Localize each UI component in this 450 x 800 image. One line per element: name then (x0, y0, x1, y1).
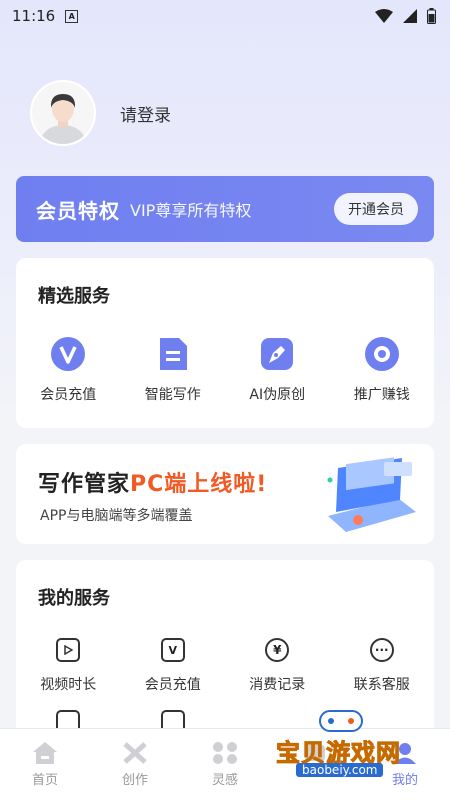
tab-label: 首页 (31, 773, 58, 788)
laptop-illustration-icon (327, 457, 416, 532)
vip-subtitle: VIP尊享所有特权 (130, 201, 252, 220)
watermark: 宝贝游戏网 baobeiy.com (276, 705, 426, 777)
status-bar: 11:16 A (0, 0, 450, 32)
service-label: 推广赚钱 (353, 387, 410, 403)
pen-icon (261, 338, 294, 370)
tab-label: 创作 (121, 773, 148, 788)
yen-icon: ¥ (265, 638, 290, 662)
tab-inspiration[interactable]: 灵感 (180, 729, 270, 800)
battery-icon (427, 8, 436, 24)
service-item-vip-recharge[interactable]: 会员充值 (16, 336, 121, 404)
tab-home[interactable]: 首页 (0, 729, 90, 800)
my-service-video-duration[interactable]: 视频时长 (16, 638, 121, 694)
vip-banner[interactable]: 会员特权 VIP尊享所有特权 开通会员 (16, 176, 434, 242)
vip-v-icon (51, 337, 86, 371)
my-service-label: 视频时长 (40, 677, 97, 693)
my-service-label: 消费记录 (249, 677, 306, 693)
video-icon (56, 638, 81, 662)
signal-icon (403, 9, 417, 23)
my-services-title: 我的服务 (38, 588, 110, 609)
featured-services-title: 精选服务 (38, 286, 110, 307)
service-item-smart-writing[interactable]: 智能写作 (121, 336, 226, 404)
gamepad-icon (319, 710, 363, 732)
open-vip-button[interactable]: 开通会员 (334, 193, 418, 225)
service-label: 智能写作 (144, 387, 201, 403)
wifi-icon (375, 9, 393, 23)
document-icon (159, 338, 187, 370)
login-link[interactable]: 请登录 (120, 101, 171, 126)
service-label: AI伪原创 (249, 387, 306, 403)
vip-card-icon: V (160, 638, 185, 662)
my-service-spending-records[interactable]: ¥ 消费记录 (225, 638, 330, 694)
featured-services-card: 精选服务 会员充值 智能写作 AI伪原创 推广赚钱 (16, 258, 434, 428)
vip-title: 会员特权 (36, 198, 120, 223)
pc-title-highlight: PC端上线啦! (130, 472, 268, 497)
my-service-label: 联系客服 (353, 677, 410, 693)
watermark-url: baobeiy.com (296, 763, 384, 777)
profile-header[interactable]: 请登录 (30, 80, 171, 146)
inspiration-icon (213, 742, 237, 764)
pc-banner-title: 写作管家PC端上线啦! (38, 466, 267, 498)
service-label: 会员充值 (40, 387, 97, 403)
create-icon (123, 742, 147, 764)
avatar-person-icon (32, 82, 94, 144)
avatar[interactable] (30, 80, 96, 146)
home-icon (33, 742, 57, 764)
pc-launch-banner[interactable]: 写作管家PC端上线啦! APP与电脑端等多端覆盖 (16, 444, 434, 544)
pc-banner-subtitle: APP与电脑端等多端覆盖 (40, 508, 193, 524)
chat-icon: ··· (369, 638, 394, 662)
pc-title-prefix: 写作管家 (38, 472, 131, 497)
tab-create[interactable]: 创作 (90, 729, 180, 800)
my-service-contact-support[interactable]: ··· 联系客服 (330, 638, 435, 694)
service-item-promote-earn[interactable]: 推广赚钱 (330, 336, 435, 404)
coin-icon (364, 337, 399, 371)
tab-label: 灵感 (211, 773, 238, 788)
status-time: 11:16 (12, 7, 56, 25)
my-service-label: 会员充值 (144, 677, 201, 693)
notification-a-icon: A (65, 9, 79, 23)
my-service-vip-recharge[interactable]: V 会员充值 (121, 638, 226, 694)
service-item-ai-rewrite[interactable]: AI伪原创 (225, 336, 330, 404)
